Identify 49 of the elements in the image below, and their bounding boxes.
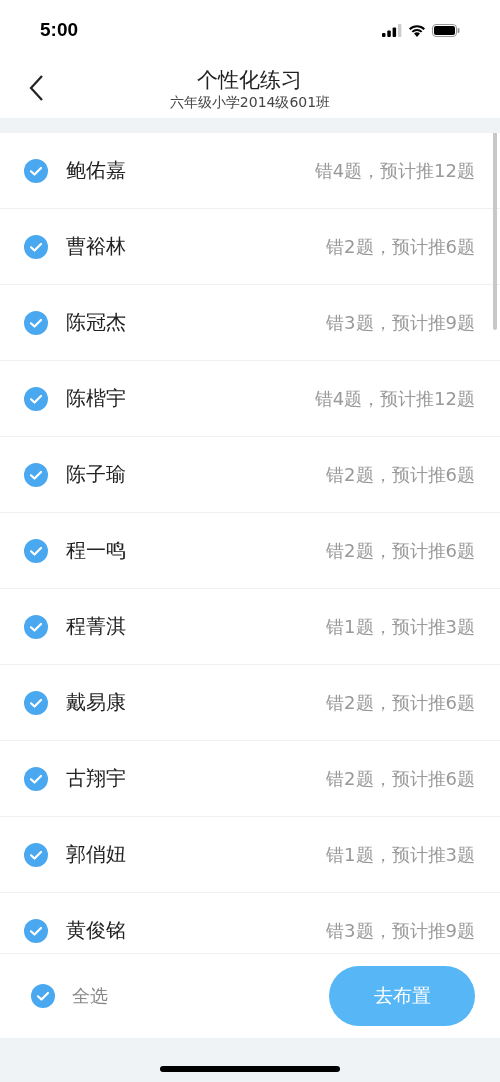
page-title: 个性化练习 [197,67,303,93]
mistake-summary: 错4题，预计推12题 [314,158,475,183]
select-all-label[interactable]: 全选 [72,984,108,1008]
mistake-summary: 错3题，预计推9题 [326,310,475,335]
checked-icon[interactable] [24,234,48,259]
checked-icon[interactable] [24,614,48,639]
student-row[interactable]: 郭俏妞 错1题，预计推3题 [0,817,500,893]
mistake-summary: 错2题，预计推6题 [326,538,475,563]
student-name: 郭俏妞 [66,841,126,868]
battery-icon [432,23,460,37]
checked-icon[interactable] [24,386,48,411]
student-row[interactable]: 陈楷宇 错4题，预计推12题 [0,361,500,437]
checked-icon[interactable] [24,462,48,487]
student-name: 陈子瑜 [66,461,126,488]
student-name: 戴易康 [66,689,126,716]
checked-icon[interactable] [24,918,48,943]
checked-icon[interactable] [31,984,55,1008]
student-row[interactable]: 古翔宇 错2题，预计推6题 [0,741,500,817]
mistake-summary: 错2题，预计推6题 [326,766,475,791]
mistake-summary: 错2题，预计推6题 [326,690,475,715]
student-name: 黄俊铭 [66,917,126,944]
checked-icon[interactable] [24,310,48,335]
checked-icon[interactable] [24,158,48,183]
student-name: 陈冠杰 [66,309,126,336]
mistake-summary: 错3题，预计推9题 [326,918,475,943]
student-row[interactable]: 程菁淇 错1题，预计推3题 [0,589,500,665]
student-name: 程一鸣 [66,537,126,564]
student-name: 古翔宇 [66,765,126,792]
checked-icon[interactable] [24,842,48,867]
checked-icon[interactable] [24,538,48,563]
student-name: 鲍佑嘉 [66,157,126,184]
student-row[interactable]: 陈子瑜 错2题，预计推6题 [0,437,500,513]
mistake-summary: 错4题，预计推12题 [314,386,475,411]
back-button[interactable] [28,74,44,102]
student-row[interactable]: 程一鸣 错2题，预计推6题 [0,513,500,589]
mistake-summary: 错2题，预计推6题 [326,462,475,487]
student-row[interactable]: 戴易康 错2题，预计推6题 [0,665,500,741]
signal-icon [382,23,402,37]
wifi-icon [408,23,426,37]
student-name: 陈楷宇 [66,385,126,412]
mistake-summary: 错2题，预计推6题 [326,234,475,259]
class-subtitle: 六年级小学2014级601班 [169,93,331,111]
checked-icon[interactable] [24,766,48,791]
status-time: 5:00 [40,19,79,41]
checked-icon[interactable] [24,690,48,715]
mistake-summary: 错1题，预计推3题 [326,614,475,639]
student-name: 程菁淇 [66,613,126,640]
mistake-summary: 错1题，预计推3题 [326,842,475,867]
student-name: 曹裕林 [66,233,126,260]
